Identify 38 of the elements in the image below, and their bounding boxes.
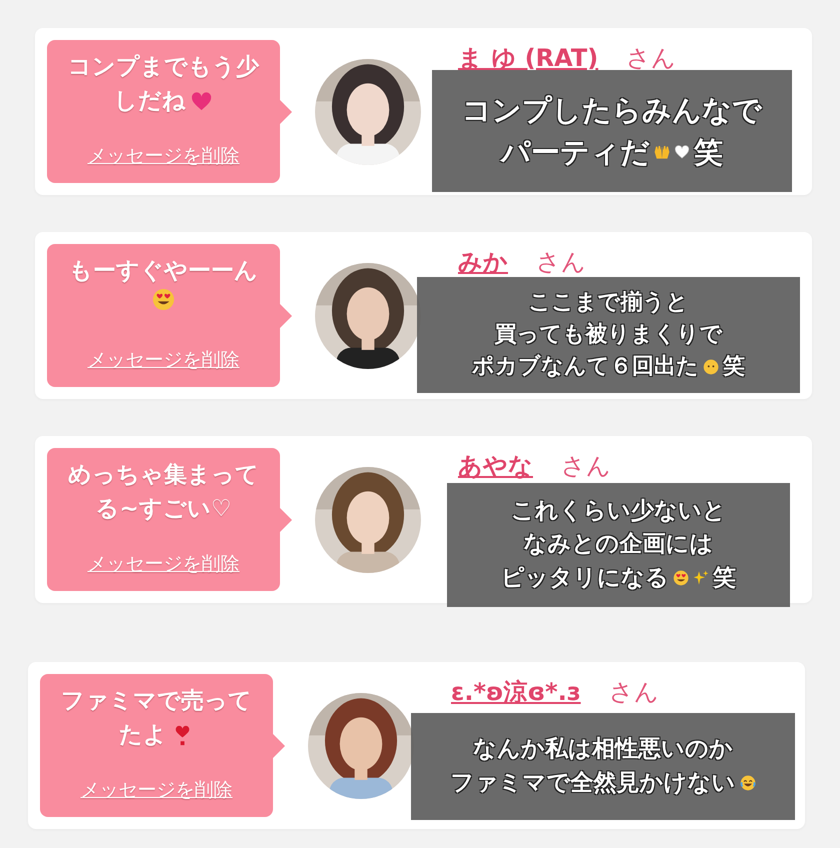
honorific: さん [536,247,586,278]
caption-text: パーティだ [501,134,650,171]
caption-text: ポカブなんて６回出た [472,352,699,381]
heart-eyes-face-icon [152,288,175,311]
delete-message-link[interactable]: メッセージを削除 [88,551,240,577]
sparkling-heart-icon [190,90,213,112]
message-text: ファミマで売って [61,687,252,716]
message-text: たよ [119,721,167,750]
caption-text: ピッタリになる [501,564,669,593]
caption-text: これくらい少ないと [511,496,726,526]
caption-text: 笑 [723,352,745,381]
honorific: さん [561,451,611,482]
sparkles-icon [693,570,709,586]
user-name-link[interactable]: みか [458,246,508,278]
user-name-link[interactable]: あやな [458,450,533,482]
message-text: めっちゃ集まって [68,461,259,490]
message-text: コンプまでもう少 [68,53,259,82]
user-name-link[interactable]: ε.*ʚ涼ɞ*.з [451,676,581,708]
heart-icon [674,144,690,160]
caption-text: ここまで揃うと [528,289,688,318]
caption-text: ファミマで全然見かけない [450,768,736,798]
message-text: もーすぐやーーん [69,257,258,286]
delete-message-link[interactable]: メッセージを削除 [88,143,240,169]
honorific: さん [608,677,659,708]
message-text: る~すごい♡ [96,495,232,524]
message-text: しだね [114,87,186,116]
delete-message-link[interactable]: メッセージを削除 [80,777,232,803]
heart-eyes-face-icon [673,570,689,586]
caption-text: コンプしたらみんなで [462,92,762,129]
caption-text: なんか私は相性悪いのか [473,735,733,764]
blank-face-icon [703,358,719,375]
laughing-face-icon [740,775,756,792]
caption-text: 笑 [713,564,736,593]
caption-text: 買っても被りまくりで [494,321,722,350]
caption-text: 笑 [694,134,723,171]
delete-message-link[interactable]: メッセージを削除 [88,347,240,373]
honorific: さん [626,43,676,74]
caption-text: なみとの企画には [524,530,714,560]
